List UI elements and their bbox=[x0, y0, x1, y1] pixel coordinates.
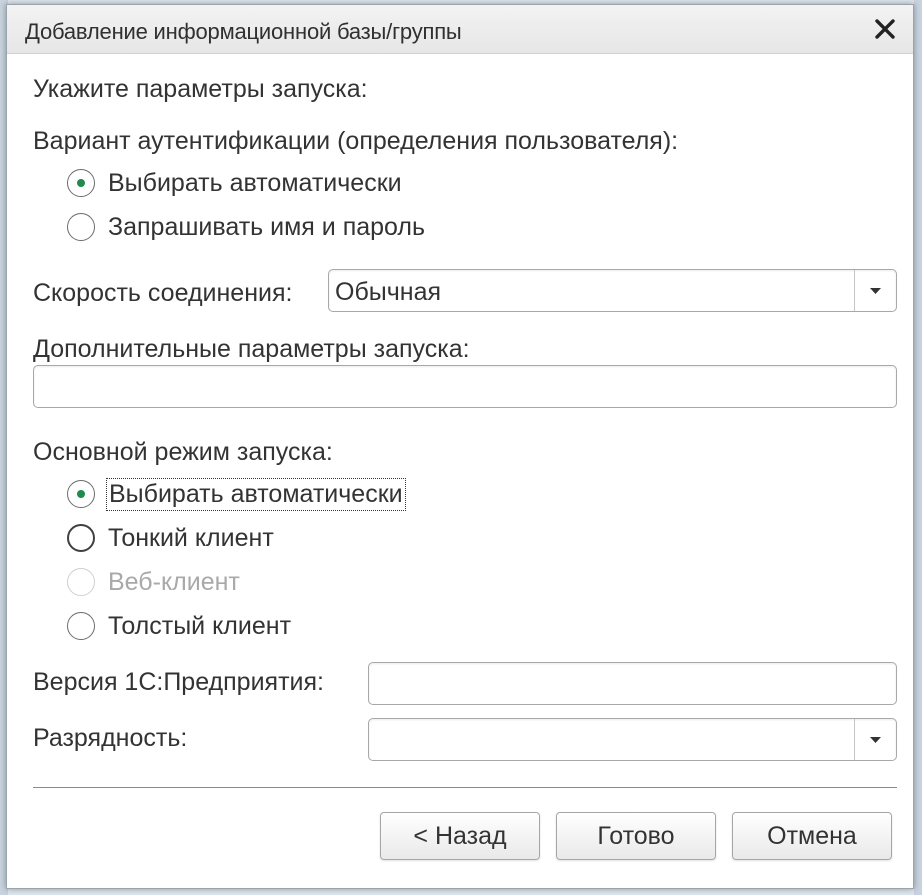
radio-button[interactable] bbox=[67, 213, 95, 241]
auth-option-auto[interactable]: Выбирать автоматически bbox=[67, 166, 402, 200]
prompt-label: Укажите параметры запуска: bbox=[33, 75, 368, 103]
launch-mode-option-thick-client-label: Толстый клиент bbox=[108, 611, 292, 640]
title-bar[interactable]: Добавление информационной базы/группы bbox=[7, 5, 913, 54]
auth-label: Вариант аутентификации (определения поль… bbox=[33, 127, 679, 155]
radio-button[interactable] bbox=[67, 480, 95, 508]
radio-button[interactable] bbox=[67, 612, 95, 640]
connection-speed-label: Скорость соединения: bbox=[33, 279, 293, 307]
extra-params-input[interactable] bbox=[33, 365, 897, 408]
launch-mode-option-auto[interactable]: Выбирать автоматически bbox=[67, 477, 406, 511]
bitness-select[interactable] bbox=[368, 718, 897, 761]
dropdown-arrow-icon bbox=[870, 736, 881, 743]
auth-option-auto-label: Выбирать автоматически bbox=[108, 168, 402, 197]
auth-option-password[interactable]: Запрашивать имя и пароль bbox=[67, 210, 425, 244]
cancel-button[interactable]: Отмена bbox=[732, 812, 892, 860]
connection-speed-value: Обычная bbox=[335, 278, 442, 306]
extra-params-label: Дополнительные параметры запуска: bbox=[33, 335, 470, 363]
auth-option-password-label: Запрашивать имя и пароль bbox=[108, 212, 426, 241]
launch-mode-option-thin-client-label: Тонкий клиент bbox=[108, 523, 274, 552]
bitness-label: Разрядность: bbox=[33, 724, 188, 752]
launch-mode-option-web-client: Веб-клиент bbox=[67, 565, 240, 599]
launch-mode-option-web-client-label: Веб-клиент bbox=[108, 567, 240, 596]
launch-mode-label: Основной режим запуска: bbox=[33, 438, 333, 466]
connection-speed-dropdown-button[interactable] bbox=[854, 270, 896, 311]
launch-mode-option-auto-label: Выбирать автоматически bbox=[106, 477, 406, 511]
back-button[interactable]: < Назад bbox=[380, 812, 540, 860]
radio-button bbox=[67, 568, 95, 596]
close-button[interactable] bbox=[869, 13, 901, 45]
version-input[interactable] bbox=[368, 662, 897, 705]
background-right bbox=[914, 0, 922, 895]
radio-button[interactable] bbox=[67, 524, 95, 552]
launch-mode-option-thick-client[interactable]: Толстый клиент bbox=[67, 609, 291, 643]
version-label: Версия 1С:Предприятия: bbox=[33, 668, 324, 696]
finish-button[interactable]: Готово bbox=[556, 812, 716, 860]
launch-mode-option-thin-client[interactable]: Тонкий клиент bbox=[67, 521, 274, 555]
bitness-dropdown-button[interactable] bbox=[854, 719, 896, 760]
dialog-title: Добавление информационной базы/группы bbox=[25, 19, 462, 44]
radio-button[interactable] bbox=[67, 169, 95, 197]
close-icon bbox=[875, 19, 895, 39]
connection-speed-select[interactable]: Обычная bbox=[328, 269, 897, 312]
dropdown-arrow-icon bbox=[870, 287, 881, 294]
footer-separator bbox=[33, 787, 897, 788]
dialog-window: Добавление информационной базы/группы Ук… bbox=[6, 4, 914, 889]
